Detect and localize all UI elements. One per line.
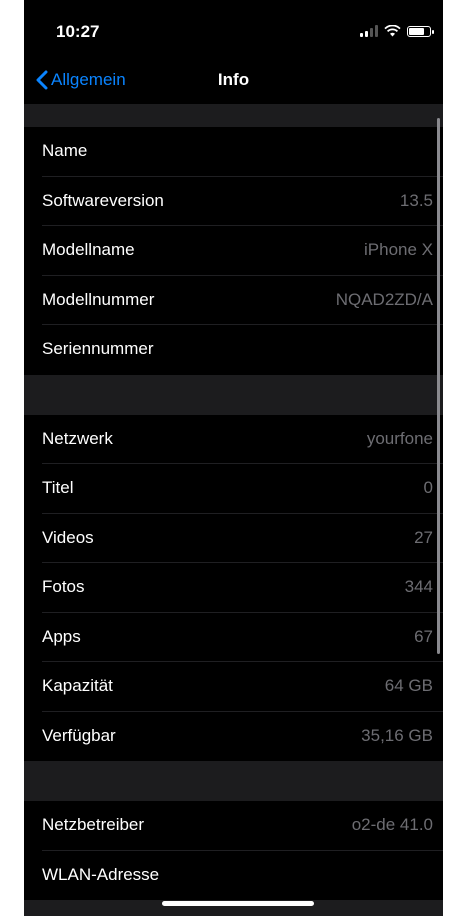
status-bar: 10:27 bbox=[24, 0, 443, 50]
row-value: 67 bbox=[414, 626, 433, 646]
section-gap bbox=[24, 374, 443, 415]
home-indicator[interactable] bbox=[162, 901, 314, 906]
section-device: Name Softwareversion 13.5 Modellname iPhon… bbox=[24, 127, 443, 375]
scrollbar[interactable] bbox=[437, 118, 440, 654]
status-time: 10:27 bbox=[56, 22, 100, 41]
status-icons bbox=[360, 24, 434, 38]
row-label: Name bbox=[42, 141, 88, 160]
row-label: Titel bbox=[42, 478, 74, 497]
row-label: Modellname bbox=[42, 240, 135, 259]
row-seriennummer: Seriennummer bbox=[24, 325, 443, 375]
row-fotos: Fotos 344 bbox=[24, 563, 443, 613]
section-network: Netzbetreiber o2-de 41.0 WLAN-Adresse bbox=[24, 801, 443, 900]
row-label: Netzwerk bbox=[42, 428, 113, 448]
row-value: 27 bbox=[414, 527, 433, 547]
row-label: Modellnummer bbox=[42, 289, 155, 309]
row-value: 344 bbox=[404, 577, 433, 596]
row-label: WLAN-Adresse bbox=[42, 864, 160, 884]
row-label: Fotos bbox=[42, 577, 85, 596]
section-gap bbox=[24, 104, 443, 127]
row-apps: Apps 67 bbox=[24, 613, 443, 663]
row-label: Netzbetreiber bbox=[42, 815, 145, 834]
wifi-icon bbox=[384, 25, 401, 37]
cellular-signal-icon bbox=[360, 25, 378, 37]
row-value: NQAD2ZD/A bbox=[335, 289, 433, 309]
row-kapazitaet: Kapazität 64 GB bbox=[24, 662, 443, 712]
row-label: Videos bbox=[42, 527, 94, 547]
navigation-bar: Allgemein Info bbox=[24, 56, 443, 104]
row-modellnummer[interactable]: Modellnummer NQAD2ZD/A bbox=[24, 276, 443, 326]
row-value: 13.5 bbox=[399, 190, 433, 210]
row-modellname: Modellname iPhone X bbox=[24, 226, 443, 276]
row-value: yourfone bbox=[366, 428, 433, 448]
settings-list[interactable]: Name Softwareversion 13.5 Modellname iPhon… bbox=[24, 104, 443, 916]
row-value: 64 GB bbox=[384, 676, 433, 695]
section-gap bbox=[24, 761, 443, 801]
row-label: Softwareversion bbox=[42, 190, 164, 210]
row-netzwerk: Netzwerk yourfone bbox=[24, 415, 443, 465]
row-videos: Videos 27 bbox=[24, 514, 443, 564]
row-name[interactable]: Name bbox=[24, 127, 443, 177]
row-label: Apps bbox=[42, 626, 81, 646]
row-titel: Titel 0 bbox=[24, 464, 443, 514]
section-media: Netzwerk yourfone Titel 0 Videos 27 Fotos 34… bbox=[24, 414, 443, 762]
row-value: 0 bbox=[423, 478, 433, 497]
row-value: iPhone X bbox=[364, 240, 433, 259]
row-label: Verfügbar bbox=[42, 725, 116, 745]
row-value: 35,16 GB bbox=[361, 725, 433, 745]
row-wlan-adresse: WLAN-Adresse bbox=[24, 851, 443, 901]
row-verfuegbar: Verfügbar 35,16 GB bbox=[24, 712, 443, 762]
phone-screen: 10:27 Allgemein Info Name Softwareversio bbox=[24, 0, 443, 916]
battery-icon bbox=[407, 25, 434, 37]
page-title: Info bbox=[217, 70, 250, 89]
row-label: Seriennummer bbox=[42, 339, 154, 358]
row-label: Kapazität bbox=[42, 676, 113, 695]
row-value: o2-de 41.0 bbox=[351, 815, 433, 834]
row-netzbetreiber[interactable]: Netzbetreiber o2-de 41.0 bbox=[24, 801, 443, 851]
row-softwareversion: Softwareversion 13.5 bbox=[24, 177, 443, 227]
